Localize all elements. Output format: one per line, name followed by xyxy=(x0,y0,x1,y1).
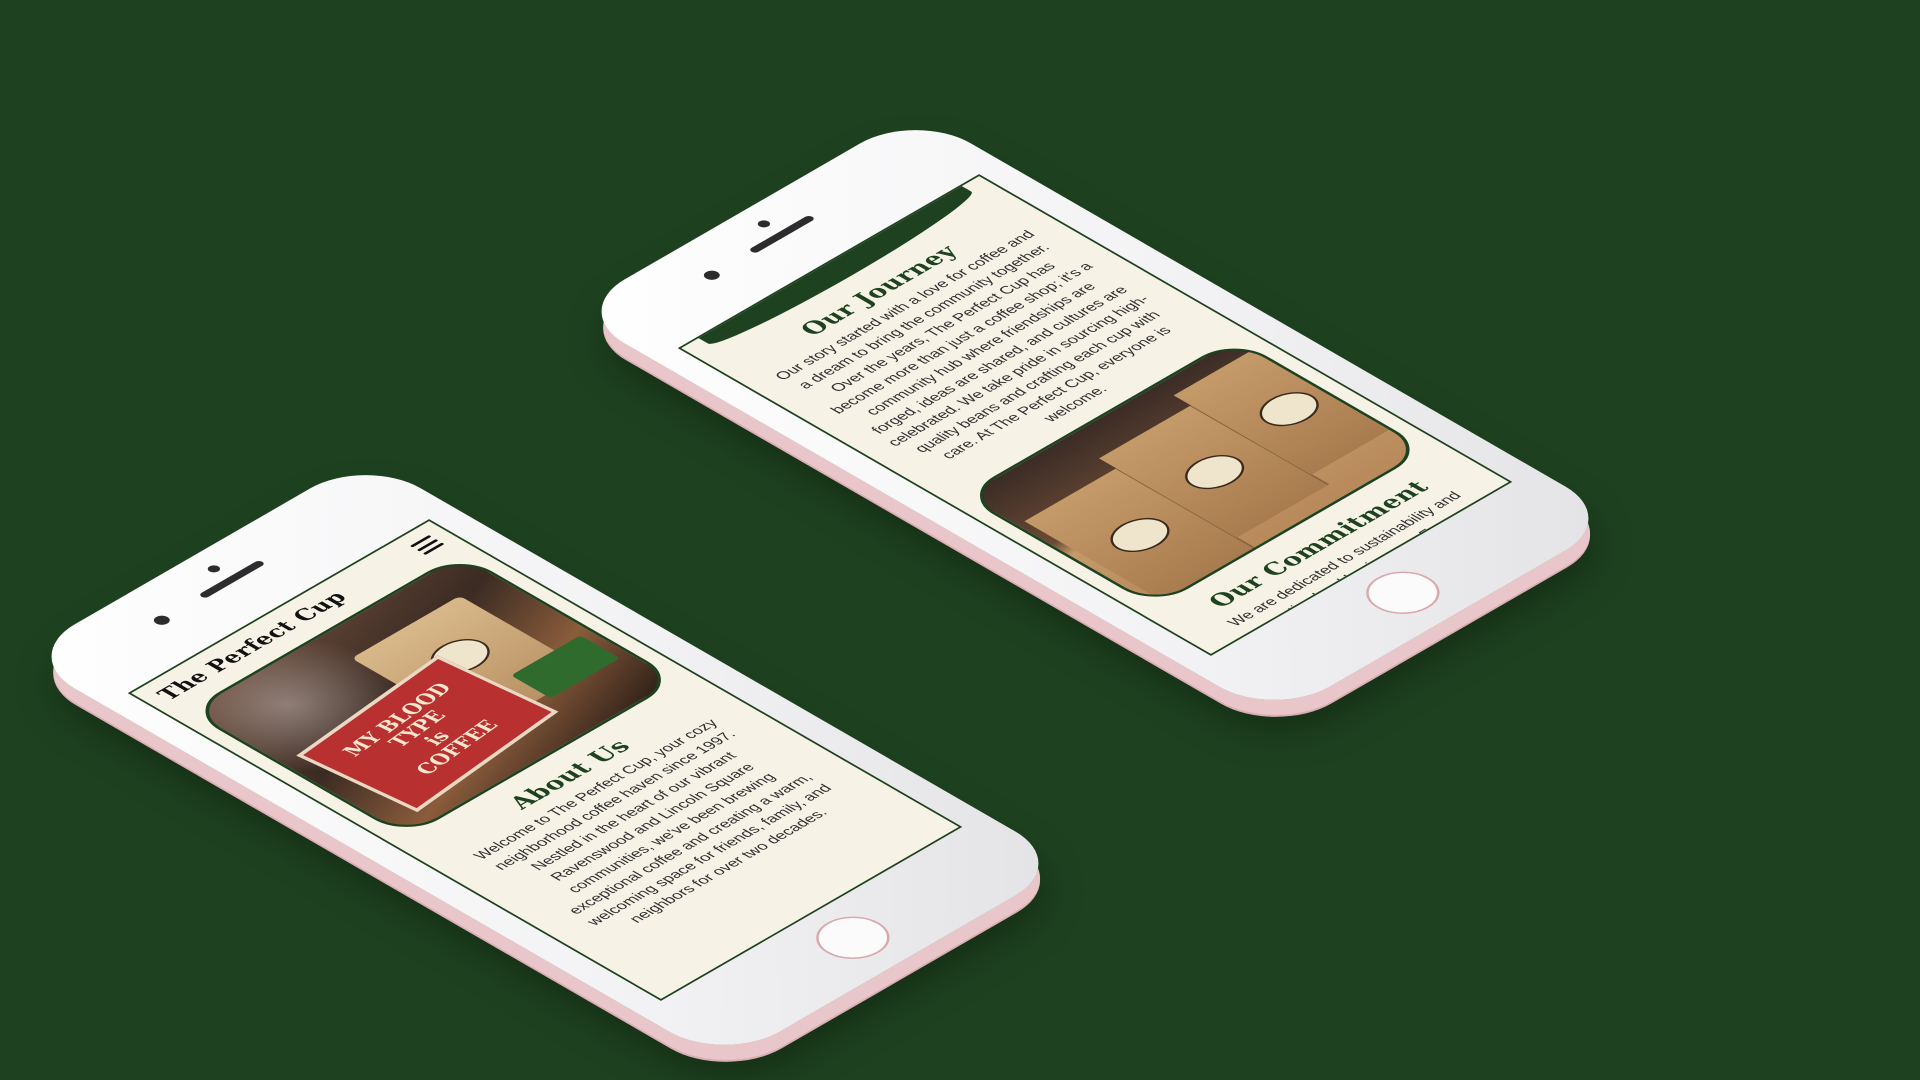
cup-logo-icon xyxy=(1247,385,1331,434)
home-button[interactable] xyxy=(801,907,905,968)
left-phone: The Perfect Cup MY BLOOD TYPE is COFFEE xyxy=(19,456,1071,1064)
cup-logo-icon xyxy=(1173,448,1257,496)
home-button[interactable] xyxy=(1351,562,1455,623)
front-camera xyxy=(755,218,773,229)
proximity-sensor xyxy=(700,268,724,282)
hamburger-icon[interactable] xyxy=(409,535,445,555)
phone-body: The Perfect Cup MY BLOOD TYPE is COFFEE xyxy=(19,456,1071,1064)
right-phone: Our Journey Our story started with a lov… xyxy=(569,111,1621,719)
phone-body: Our Journey Our story started with a lov… xyxy=(569,111,1621,719)
front-camera xyxy=(205,563,223,574)
mockup-stage: The Perfect Cup MY BLOOD TYPE is COFFEE xyxy=(0,0,1920,1080)
cup-logo-icon xyxy=(1098,511,1182,559)
proximity-sensor xyxy=(150,613,174,627)
